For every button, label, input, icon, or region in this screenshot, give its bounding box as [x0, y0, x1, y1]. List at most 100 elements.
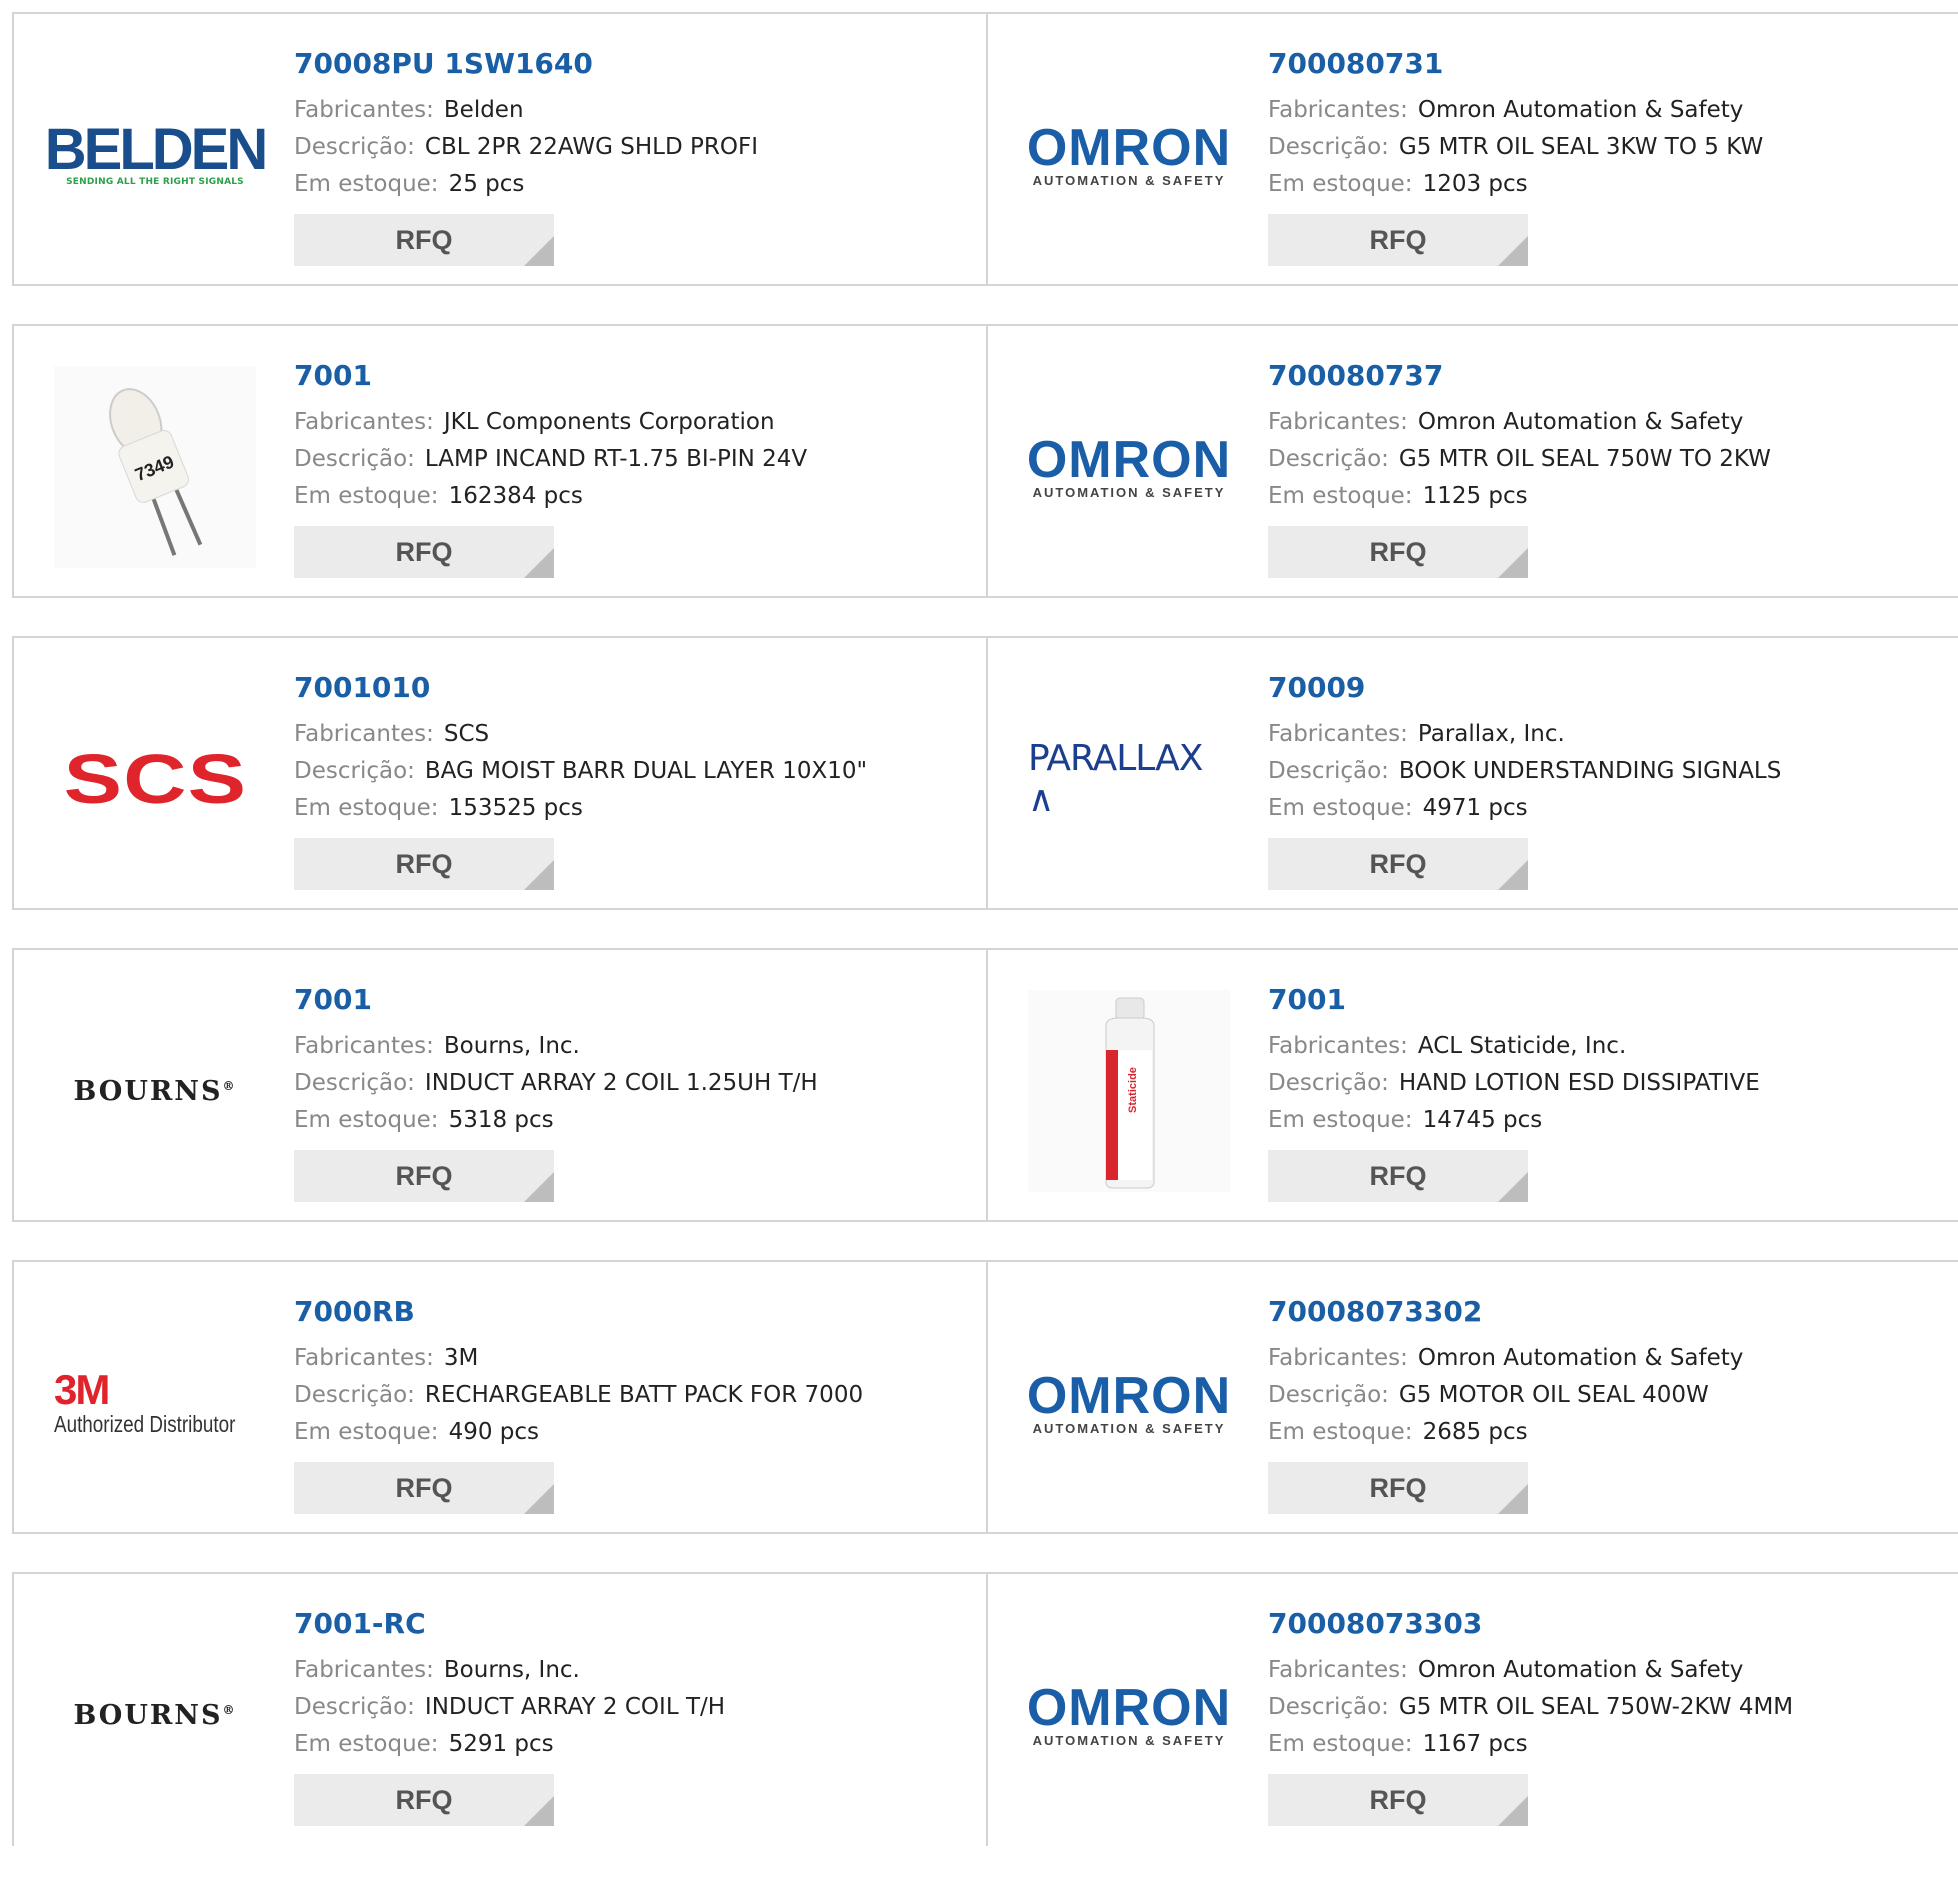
product-info: 7000RB Fabricantes: 3M Descrição: RECHARGE… — [294, 1292, 863, 1451]
manufacturer-logo[interactable]: BOURNS® — [54, 1614, 256, 1816]
manufacturer-logo[interactable]: SCS — [54, 678, 256, 880]
manufacturer-line: Fabricantes: Parallax, Inc. — [1268, 716, 1781, 753]
rfq-button[interactable]: RFQ — [1268, 214, 1528, 266]
rfq-label: RFQ — [395, 848, 453, 879]
manufacturer-line: Fabricantes: Bourns, Inc. — [294, 1028, 818, 1065]
stock-label: Em estoque: — [1268, 483, 1413, 509]
description-label: Descrição: — [294, 1694, 415, 1720]
part-number-link[interactable]: 70009 — [1268, 668, 1781, 708]
stock-value: 25 pcs — [448, 171, 525, 197]
part-number-link[interactable]: 7001 — [1268, 980, 1760, 1020]
corner-triangle-icon — [1498, 236, 1528, 266]
manufacturer-logo[interactable]: OMRON AUTOMATION & SAFETY — [1027, 1614, 1230, 1816]
stock-label: Em estoque: — [1268, 171, 1413, 197]
manufacturer-logo[interactable]: BOURNS® — [54, 990, 256, 1192]
stock-label: Em estoque: — [1268, 795, 1413, 821]
rfq-button[interactable]: RFQ — [1268, 838, 1528, 890]
manufacturer-value: ACL Staticide, Inc. — [1417, 1033, 1627, 1059]
omron-logo-tagline: AUTOMATION & SAFETY — [1032, 172, 1226, 188]
manufacturer-label: Fabricantes: — [294, 409, 434, 435]
rfq-button[interactable]: RFQ — [1268, 1150, 1528, 1202]
description-label: Descrição: — [1268, 446, 1389, 472]
rfq-button[interactable]: RFQ — [294, 838, 554, 890]
rfq-button[interactable]: RFQ — [294, 214, 554, 266]
part-number-link[interactable]: 7001-RC — [294, 1604, 725, 1644]
stock-line: Em estoque: 1203 pcs — [1268, 166, 1763, 203]
stock-label: Em estoque: — [294, 1731, 439, 1757]
description-line: Descrição: HAND LOTION ESD DISSIPATIVE — [1268, 1065, 1760, 1102]
product-info: 7001 Fabricantes: ACL Staticide, Inc. Des… — [1268, 980, 1760, 1139]
part-number-link[interactable]: 7001010 — [294, 668, 867, 708]
manufacturer-value: SCS — [443, 721, 490, 747]
manufacturer-label: Fabricantes: — [294, 1345, 434, 1371]
manufacturer-logo[interactable]: OMRON AUTOMATION & SAFETY — [1027, 54, 1230, 256]
rfq-label: RFQ — [395, 1472, 453, 1503]
rfq-label: RFQ — [1369, 536, 1427, 567]
product-row: BOURNS® 7001 Fabricantes: Bourns, Inc. De… — [12, 948, 1958, 1222]
corner-triangle-icon — [524, 1172, 554, 1202]
rfq-label: RFQ — [1369, 1160, 1427, 1191]
description-label: Descrição: — [294, 134, 415, 160]
stock-label: Em estoque: — [294, 1419, 439, 1445]
product-card: SCS 7001010 Fabricantes: SCS Descrição: BA… — [14, 638, 986, 908]
part-number-link[interactable]: 70008073302 — [1268, 1292, 1743, 1332]
manufacturer-value: Omron Automation & Safety — [1417, 1657, 1744, 1683]
corner-triangle-icon — [524, 1796, 554, 1826]
corner-triangle-icon — [524, 860, 554, 890]
rfq-label: RFQ — [395, 224, 453, 255]
description-value: BOOK UNDERSTANDING SIGNALS — [1398, 758, 1782, 784]
description-value: RECHARGEABLE BATT PACK FOR 7000 — [424, 1382, 864, 1408]
stock-value: 153525 pcs — [448, 795, 583, 821]
scs-logo-text: SCS — [63, 740, 247, 818]
rfq-button[interactable]: RFQ — [1268, 526, 1528, 578]
stock-line: Em estoque: 5318 pcs — [294, 1102, 818, 1139]
belden-logo-tagline: SENDING ALL THE RIGHT SIGNALS — [66, 177, 244, 187]
product-info: 700080737 Fabricantes: Omron Automation &… — [1268, 356, 1771, 515]
stock-line: Em estoque: 162384 pcs — [294, 478, 807, 515]
rfq-button[interactable]: RFQ — [1268, 1462, 1528, 1514]
manufacturer-line: Fabricantes: Belden — [294, 92, 758, 129]
rfq-button[interactable]: RFQ — [294, 526, 554, 578]
product-row: BOURNS® 7001-RC Fabricantes: Bourns, Inc.… — [12, 1572, 1958, 1846]
manufacturer-logo[interactable]: 3M Authorized Distributor — [54, 1302, 256, 1504]
manufacturer-logo[interactable]: OMRON AUTOMATION & SAFETY — [1027, 1302, 1230, 1504]
manufacturer-value: 3M — [443, 1345, 479, 1371]
parallax-logo-text: PARALLAX ∧ — [1028, 738, 1203, 820]
part-number-link[interactable]: 7001 — [294, 980, 818, 1020]
description-line: Descrição: BAG MOIST BARR DUAL LAYER 10X1… — [294, 753, 867, 790]
manufacturer-logo[interactable]: PARALLAX ∧ — [1028, 678, 1230, 880]
part-number-link[interactable]: 7000RB — [294, 1292, 863, 1332]
stock-value: 1125 pcs — [1422, 483, 1528, 509]
manufacturer-line: Fabricantes: ACL Staticide, Inc. — [1268, 1028, 1760, 1065]
stock-label: Em estoque: — [294, 171, 439, 197]
rfq-label: RFQ — [1369, 224, 1427, 255]
rfq-button[interactable]: RFQ — [294, 1462, 554, 1514]
manufacturer-line: Fabricantes: Bourns, Inc. — [294, 1652, 725, 1689]
manufacturer-logo[interactable]: 7349 — [54, 366, 256, 568]
part-number-link[interactable]: 700080737 — [1268, 356, 1771, 396]
part-number-link[interactable]: 70008PU 1SW1640 — [294, 44, 758, 84]
part-number-link[interactable]: 7001 — [294, 356, 807, 396]
manufacturer-value: Belden — [443, 97, 524, 123]
part-number-link[interactable]: 70008073303 — [1268, 1604, 1793, 1644]
manufacturer-logo[interactable]: OMRON AUTOMATION & SAFETY — [1027, 366, 1230, 568]
product-row: 7349 7001 Fabricantes: JKL Components Cor… — [12, 324, 1958, 598]
manufacturer-logo[interactable]: BELDEN SENDING ALL THE RIGHT SIGNALS — [45, 54, 268, 256]
stock-line: Em estoque: 25 pcs — [294, 166, 758, 203]
corner-triangle-icon — [1498, 860, 1528, 890]
description-label: Descrição: — [1268, 1070, 1389, 1096]
rfq-button[interactable]: RFQ — [294, 1774, 554, 1826]
product-info: 7001 Fabricantes: Bourns, Inc. Descrição:… — [294, 980, 818, 1139]
part-number-link[interactable]: 700080731 — [1268, 44, 1763, 84]
stock-value: 162384 pcs — [448, 483, 583, 509]
description-label: Descrição: — [1268, 1382, 1389, 1408]
3m-logo-text: 3M — [54, 1365, 110, 1413]
rfq-button[interactable]: RFQ — [1268, 1774, 1528, 1826]
description-value: INDUCT ARRAY 2 COIL T/H — [424, 1694, 726, 1720]
product-info: 70008073302 Fabricantes: Omron Automation… — [1268, 1292, 1743, 1451]
manufacturer-logo[interactable]: Staticide — [1028, 990, 1230, 1192]
stock-line: Em estoque: 2685 pcs — [1268, 1414, 1743, 1451]
product-info: 700080731 Fabricantes: Omron Automation &… — [1268, 44, 1763, 203]
manufacturer-line: Fabricantes: SCS — [294, 716, 867, 753]
rfq-button[interactable]: RFQ — [294, 1150, 554, 1202]
